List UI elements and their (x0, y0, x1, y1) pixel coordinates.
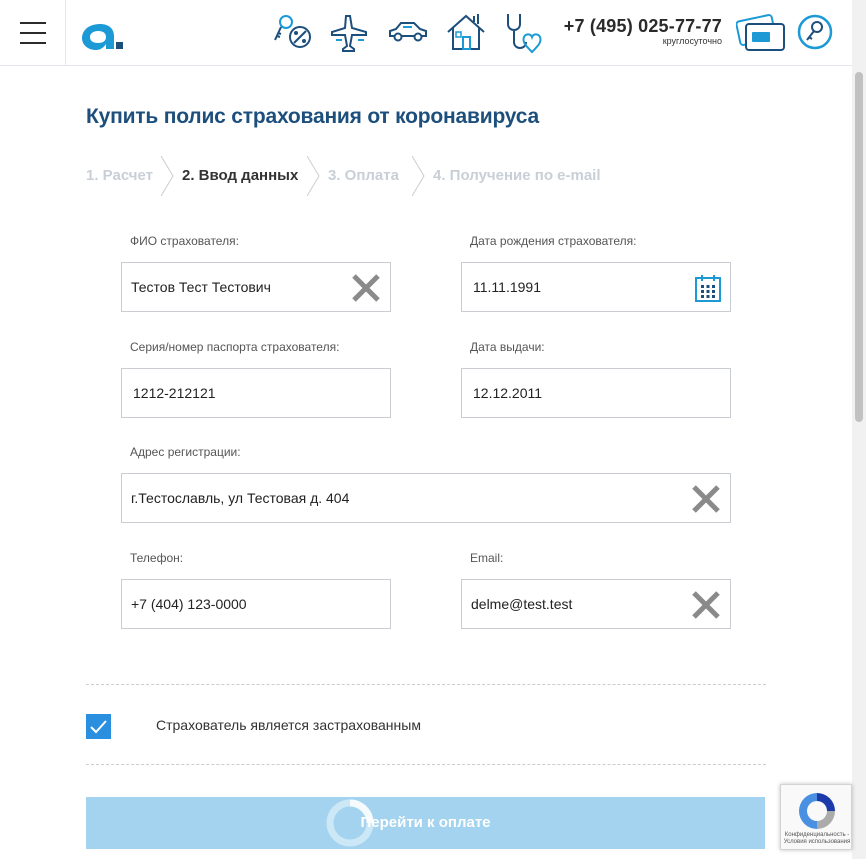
step-payment: 3. Оплата (328, 167, 399, 184)
issue-date-label: Дата выдачи: (470, 340, 545, 354)
page-title: Купить полис страхования от коронавируса (86, 105, 539, 128)
fio-value[interactable]: Тестов Тест Тестович (131, 279, 271, 295)
insured-checkbox[interactable] (86, 714, 111, 739)
go-to-payment-label: Перейти к оплате (360, 814, 491, 831)
fio-field[interactable]: Тестов Тест Тестович (121, 262, 391, 312)
address-field[interactable]: г.Тестославль, ул Тестовая д. 404 (121, 473, 731, 523)
insured-checkbox-label[interactable]: Страхователь является застрахованным (156, 717, 421, 733)
address-label: Адрес регистрации: (130, 445, 241, 459)
step-data-entry: 2. Ввод данных (182, 167, 299, 184)
calendar-icon[interactable] (694, 273, 722, 303)
birthdate-value[interactable]: 11.11.1991 (473, 279, 541, 295)
clear-icon[interactable] (690, 589, 722, 621)
birthdate-field[interactable]: 11.11.1991 (461, 262, 731, 312)
passport-value[interactable]: 1212-212121 (133, 385, 216, 401)
step-email-delivery: 4. Получение по e-mail (433, 167, 601, 184)
fio-label: ФИО страхователя: (130, 234, 239, 248)
recaptcha-terms-link[interactable]: Условия использования (783, 839, 851, 846)
house-icon[interactable] (444, 10, 488, 54)
alfastrakhovanie-logo[interactable] (80, 14, 124, 54)
issue-date-field[interactable]: 12.12.2011 (461, 368, 731, 418)
menu-button[interactable] (0, 0, 66, 66)
recaptcha-badge[interactable]: Конфиденциальность - Условия использован… (780, 784, 852, 850)
car-icon[interactable] (386, 10, 430, 54)
phone-field[interactable]: +7 (404) 123-0000 (121, 579, 391, 629)
cards-icon[interactable] (736, 10, 786, 54)
email-value[interactable]: delme@test.test (471, 596, 572, 612)
chevron-right-icon (160, 156, 174, 196)
divider (86, 764, 766, 765)
chevron-right-icon (411, 156, 425, 196)
checkmark-icon (90, 720, 107, 734)
divider (86, 684, 766, 685)
discount-keys-icon[interactable] (272, 10, 316, 54)
birthdate-label: Дата рождения страхователя: (470, 234, 637, 248)
address-value[interactable]: г.Тестославль, ул Тестовая д. 404 (131, 490, 349, 506)
chevron-right-icon (306, 156, 320, 196)
stethoscope-heart-icon[interactable] (502, 10, 546, 54)
page-scrollbar[interactable] (852, 0, 866, 859)
phone-value[interactable]: +7 (404) 123-0000 (131, 596, 247, 612)
passport-field[interactable]: 1212-212121 (121, 368, 391, 418)
phone-block[interactable]: +7 (495) 025-77-77 круглосуточно (560, 16, 722, 46)
recaptcha-icon (799, 793, 835, 829)
issue-date-value[interactable]: 12.12.2011 (473, 385, 542, 401)
clear-icon[interactable] (690, 483, 722, 515)
passport-label: Серия/номер паспорта страхователя: (130, 340, 340, 354)
email-label: Email: (470, 551, 504, 565)
menu-bar (19, 32, 46, 34)
email-field[interactable]: delme@test.test (461, 579, 731, 629)
menu-bar (19, 22, 46, 24)
airplane-icon[interactable] (328, 10, 372, 54)
recaptcha-privacy-link[interactable]: Конфиденциальность - (783, 832, 851, 839)
site-header: +7 (495) 025-77-77 круглосуточно (0, 0, 852, 66)
phone-note: круглосуточно (662, 36, 722, 46)
clear-icon[interactable] (350, 272, 382, 304)
phone-number[interactable]: +7 (495) 025-77-77 (560, 16, 722, 37)
go-to-payment-button[interactable]: Перейти к оплате (86, 797, 765, 849)
key-search-icon[interactable] (796, 10, 834, 54)
phone-label: Телефон: (130, 551, 184, 565)
step-calculation[interactable]: 1. Расчет (86, 167, 153, 184)
menu-bar (19, 42, 46, 44)
scrollbar-thumb[interactable] (855, 72, 863, 422)
